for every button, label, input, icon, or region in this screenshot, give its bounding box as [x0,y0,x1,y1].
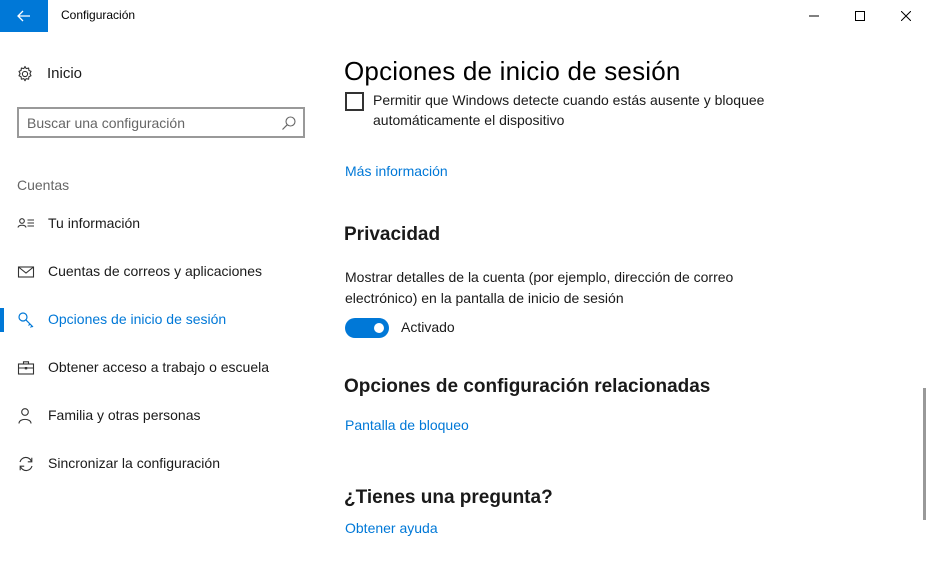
mail-icon [17,266,35,278]
away-lock-checkbox[interactable] [345,92,364,111]
minimize-button[interactable] [791,0,837,32]
person-icon [18,408,32,424]
toggle-state-label: Activado [401,319,455,335]
title-bar: Configuración [0,0,929,32]
close-icon [901,11,911,21]
sidebar-item-familia[interactable]: Familia y otras personas [0,396,322,436]
close-button[interactable] [883,0,929,32]
home-label: Inicio [47,65,83,82]
sidebar-item-home[interactable]: Inicio [0,60,322,88]
sidebar-item-cuentas-correo[interactable]: Cuentas de correos y aplicaciones [0,252,322,292]
sidebar-item-label: Opciones de inicio de sesión [48,311,227,327]
privacy-description: Mostrar detalles de la cuenta (por ejemp… [345,269,734,306]
sync-icon [19,456,33,472]
gear-icon [18,65,32,82]
sidebar-item-trabajo-escuela[interactable]: Obtener acceso a trabajo o escuela [0,348,322,388]
privacy-heading: Privacidad [344,224,441,245]
toggle-knob [374,323,384,333]
away-lock-checkbox-label: Permitir que Windows detecte cuando está… [373,92,765,128]
sidebar: Inicio Cuentas Tu información Cuentas de… [0,32,322,576]
search-input[interactable] [27,113,277,133]
maximize-button[interactable] [837,0,883,32]
back-arrow-icon [17,10,30,22]
sidebar-item-label: Obtener acceso a trabajo o escuela [48,359,270,375]
search-box[interactable] [17,107,305,138]
lock-screen-link[interactable]: Pantalla de bloqueo [345,417,469,433]
active-indicator [0,308,4,332]
account-details-toggle[interactable] [345,318,389,338]
more-info-link[interactable]: Más información [345,163,448,179]
sidebar-item-sincronizar[interactable]: Sincronizar la configuración [0,444,322,484]
maximize-icon [855,11,865,21]
back-button[interactable] [0,0,48,32]
section-label-cuentas: Cuentas [17,177,70,193]
question-heading: ¿Tienes una pregunta? [344,487,553,508]
page-title: Opciones de inicio de sesión [344,56,681,86]
minimize-icon [809,15,819,17]
search-icon[interactable] [281,115,297,131]
main-content: Opciones de inicio de sesión Permitir qu… [322,32,929,576]
sidebar-item-tu-informacion[interactable]: Tu información [0,204,322,244]
briefcase-icon [17,361,35,375]
sidebar-item-opciones-inicio-sesion[interactable]: Opciones de inicio de sesión [0,300,322,340]
sidebar-item-label: Cuentas de correos y aplicaciones [48,263,263,279]
key-icon [18,312,34,328]
sidebar-item-label: Familia y otras personas [48,407,201,423]
sidebar-item-label: Sincronizar la configuración [48,455,220,471]
vertical-scrollbar[interactable] [923,388,926,520]
related-settings-heading: Opciones de configuración relacionadas [344,376,711,397]
window-title: Configuración [61,8,136,22]
get-help-link[interactable]: Obtener ayuda [345,520,438,536]
user-info-icon [17,218,34,228]
sidebar-item-label: Tu información [48,215,141,231]
